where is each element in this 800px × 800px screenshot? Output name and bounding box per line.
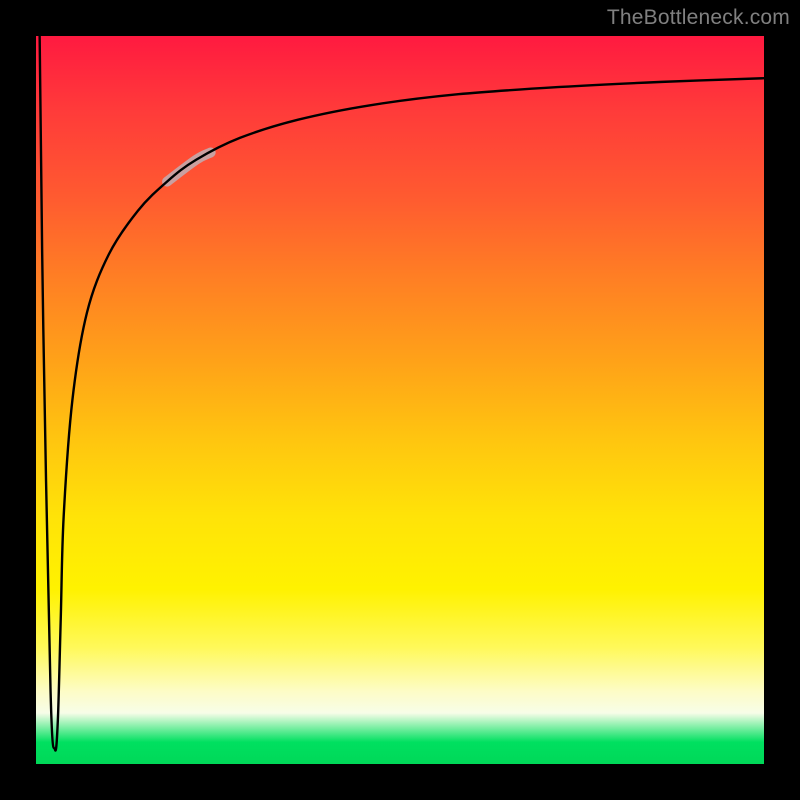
curve-layer (36, 36, 764, 764)
plot-area (36, 36, 764, 764)
bottleneck-curve (40, 36, 764, 751)
chart-stage: TheBottleneck.com (0, 0, 800, 800)
attribution-text: TheBottleneck.com (607, 6, 790, 30)
